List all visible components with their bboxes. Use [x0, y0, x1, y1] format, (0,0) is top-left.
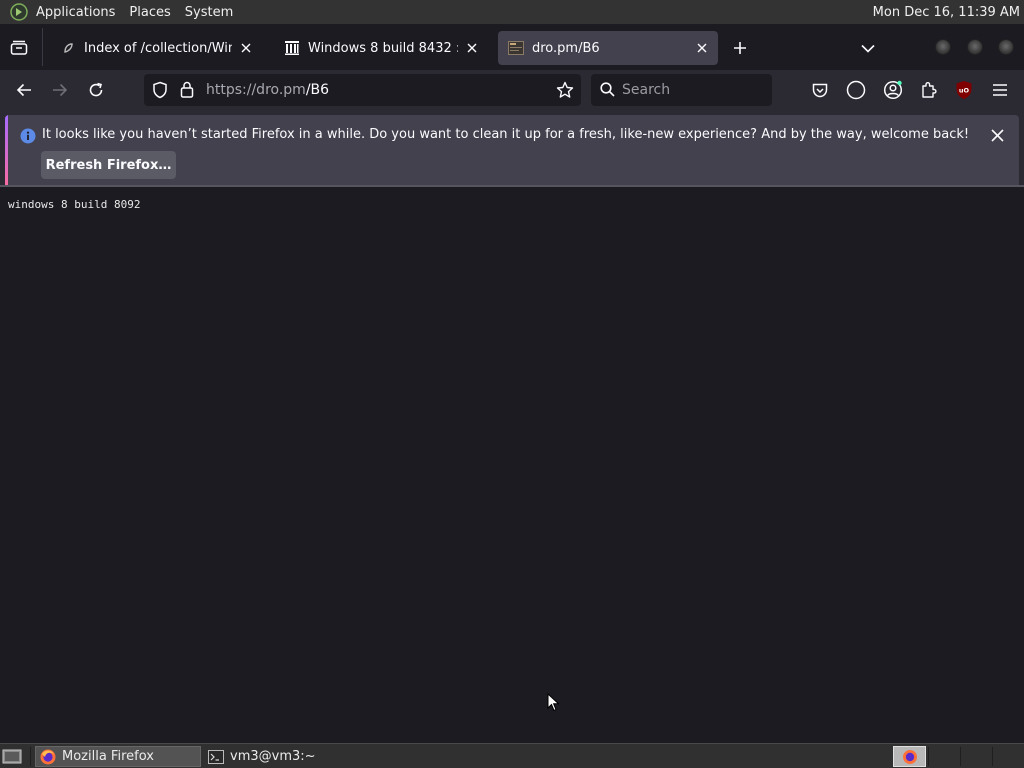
lock-leaf-icon: [60, 40, 76, 56]
account-icon: [883, 80, 903, 100]
back-button[interactable]: [10, 76, 38, 104]
tab-index-of-collection[interactable]: Index of /collection/Windows: [50, 31, 262, 65]
task-terminal[interactable]: vm3@vm3:~: [205, 746, 367, 767]
lock-icon[interactable]: [180, 81, 194, 98]
url-text[interactable]: https://dro.pm/B6: [206, 82, 329, 98]
close-window-button[interactable]: [998, 39, 1014, 55]
archive-org-icon: [284, 40, 300, 56]
taskbar: Mozilla Firefox vm3@vm3:~: [0, 743, 1024, 768]
task-mozilla-firefox[interactable]: Mozilla Firefox: [35, 746, 201, 767]
firefox-icon: [40, 749, 56, 765]
url-host: https://dro.pm: [206, 82, 306, 98]
puzzle-icon: [922, 82, 937, 98]
new-tab-button[interactable]: [729, 37, 751, 59]
taskbar-separator: [30, 747, 31, 766]
circle-icon: [846, 80, 866, 100]
search-placeholder: Search: [622, 82, 671, 98]
app-menu-button[interactable]: [986, 76, 1014, 104]
tab-strip: Index of /collection/Windows Windows 8 b…: [0, 24, 1024, 70]
notification-area: It looks like you haven’t started Firefo…: [0, 110, 1024, 191]
url-path: /B6: [305, 82, 330, 98]
info-icon: [20, 128, 36, 144]
refresh-firefox-button[interactable]: Refresh Firefox…: [41, 151, 176, 179]
workspace-1[interactable]: [893, 746, 926, 767]
page-content: windows 8 build 8092: [0, 187, 1024, 743]
page-text: windows 8 build 8092: [8, 198, 141, 211]
close-icon[interactable]: [987, 125, 1007, 145]
forward-button[interactable]: [46, 76, 74, 104]
search-icon: [600, 82, 615, 97]
places-menu[interactable]: Places: [122, 0, 177, 24]
close-icon[interactable]: [236, 38, 256, 58]
reload-icon: [89, 82, 103, 97]
close-icon[interactable]: [692, 38, 712, 58]
workspace-3[interactable]: [961, 746, 992, 767]
extension-circle-button[interactable]: [842, 76, 870, 104]
show-desktop-icon[interactable]: [2, 747, 22, 766]
arrow-right-icon: [53, 83, 68, 97]
reload-button[interactable]: [82, 76, 110, 104]
tab-title: Windows 8 build 8432 : Microsoft: [308, 40, 458, 56]
top-panel: Applications Places System Mon Dec 16, 1…: [0, 0, 1024, 24]
firefox-view-button[interactable]: [8, 37, 30, 59]
firefox-icon: [903, 750, 917, 764]
navigation-toolbar: https://dro.pm/B6 Search uO: [0, 70, 1024, 110]
svg-text:uO: uO: [959, 87, 970, 95]
terminal-icon: [208, 749, 224, 764]
pocket-button[interactable]: [806, 76, 834, 104]
plus-icon: [734, 42, 746, 54]
url-bar[interactable]: https://dro.pm/B6: [144, 74, 581, 106]
task-label: vm3@vm3:~: [230, 749, 316, 764]
tab-dro-pm-b6[interactable]: dro.pm/B6: [498, 31, 718, 65]
notification-accent: [5, 115, 8, 191]
tab-title: dro.pm/B6: [532, 40, 600, 56]
workspace-4[interactable]: [993, 746, 1024, 767]
ublock-shield-icon: uO: [956, 81, 972, 99]
clock[interactable]: Mon Dec 16, 11:39 AM: [873, 5, 1024, 20]
chevron-down-icon: [861, 44, 875, 53]
tab-windows-8-build-8432[interactable]: Windows 8 build 8432 : Microsoft: [274, 31, 488, 65]
bookmark-star-icon[interactable]: [556, 81, 574, 99]
system-menu[interactable]: System: [178, 0, 240, 24]
distro-logo-icon[interactable]: [9, 2, 29, 22]
maximize-button[interactable]: [967, 39, 983, 55]
page-icon: [508, 40, 524, 56]
list-all-tabs-button[interactable]: [857, 37, 879, 59]
workspace-2[interactable]: [929, 746, 960, 767]
account-button[interactable]: [879, 76, 907, 104]
extensions-button[interactable]: [915, 76, 943, 104]
tab-title: Index of /collection/Windows: [84, 40, 232, 56]
ublock-origin-button[interactable]: uO: [950, 76, 978, 104]
pocket-icon: [812, 83, 828, 97]
shield-icon[interactable]: [152, 81, 168, 99]
refresh-firefox-notification: It looks like you haven’t started Firefo…: [5, 115, 1019, 191]
arrow-left-icon: [16, 83, 31, 97]
firefox-view-icon: [10, 40, 28, 55]
search-bar[interactable]: Search: [591, 74, 772, 106]
hamburger-menu-icon: [993, 84, 1007, 96]
task-label: Mozilla Firefox: [62, 749, 154, 764]
close-icon[interactable]: [462, 38, 482, 58]
mouse-cursor-icon: [547, 693, 560, 712]
notification-message: It looks like you haven’t started Firefo…: [42, 127, 970, 142]
tab-divider: [42, 28, 43, 66]
minimize-button[interactable]: [935, 39, 951, 55]
applications-menu[interactable]: Applications: [29, 0, 122, 24]
